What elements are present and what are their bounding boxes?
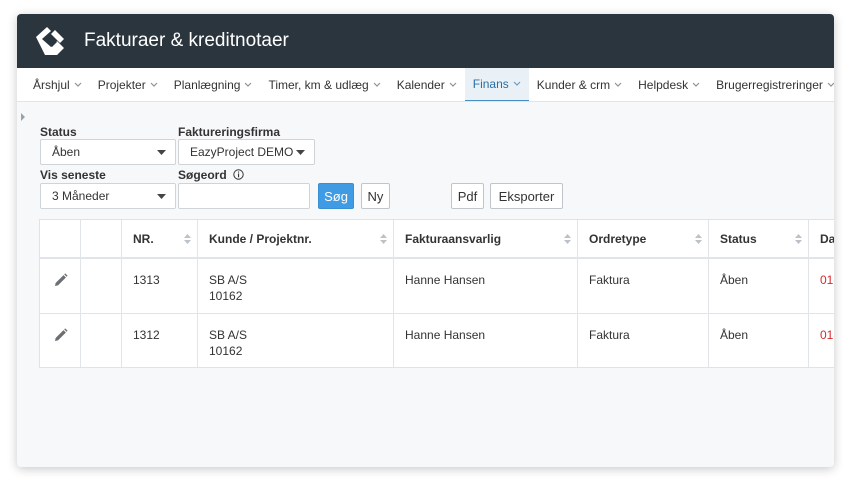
column-header-label: Ordretype [589,231,647,246]
column-header-customer[interactable]: Kunde / Projektnr. [198,220,394,259]
status-label: Status [40,125,77,139]
firm-select[interactable]: EazyProject DEMO [178,139,315,165]
row-status: Åben [709,259,809,314]
sort-icon[interactable] [695,233,702,245]
column-header-status[interactable]: Status [709,220,809,259]
row-project-number: 10162 [209,289,243,303]
firm-select-value: EazyProject DEMO [190,145,294,159]
row-status: Åben [709,314,809,367]
new-button[interactable]: Ny [361,183,390,209]
main-nav: Årshjul Projekter Planlægning Timer, km … [17,68,834,102]
chevron-down-icon [692,82,700,87]
period-label: Vis seneste [40,168,106,182]
row-blank-cell [81,259,122,314]
nav-label: Timer, km & udlæg [268,78,369,92]
row-project-number: 10162 [209,344,243,358]
sort-icon[interactable] [795,233,802,245]
column-header-label: Kunde / Projektnr. [209,231,312,246]
column-header-ordertype[interactable]: Ordretype [578,220,709,259]
column-header-blank [81,220,122,259]
app-window: Fakturaer & kreditnotaer Årshjul Projekt… [17,14,834,467]
row-customer: SB A/S 10162 [198,314,394,367]
row-nr: 1313 [122,259,198,314]
chevron-down-icon [74,82,82,87]
column-header-edit [40,220,81,259]
nav-item-helpdesk[interactable]: Helpdesk [630,68,708,101]
nav-item-planlaegning[interactable]: Planlægning [166,68,261,101]
column-header-label: Status [720,231,757,246]
chevron-down-icon [614,82,622,87]
nav-label: Årshjul [33,78,70,92]
nav-label: Projekter [97,78,146,92]
period-select[interactable]: 3 Måneder [40,183,176,209]
pdf-button[interactable]: Pdf [451,183,484,209]
row-customer: SB A/S 10162 [198,259,394,314]
column-header-responsible[interactable]: Fakturaansvarlig [394,220,578,259]
row-edit-cell [40,259,81,314]
nav-item-brugerregistreringer[interactable]: Brugerregistreringer [708,68,834,101]
nav-item-projekter[interactable]: Projekter [90,68,166,101]
search-button[interactable]: Søg [318,183,354,209]
nav-item-kunder[interactable]: Kunder & crm [529,68,630,101]
logo-icon[interactable] [33,25,67,57]
column-header-date[interactable]: Da [809,220,834,259]
search-input[interactable] [178,183,310,209]
row-blank-cell [81,314,122,367]
search-label-text: Søgeord [178,168,227,182]
chevron-down-icon [245,82,252,87]
sort-icon[interactable] [564,233,571,245]
sort-icon[interactable] [184,233,191,245]
chevron-down-icon [449,82,457,87]
nav-label: Brugerregistreringer [716,78,823,92]
row-ordertype: Faktura [578,259,709,314]
chevron-down-icon [150,82,158,87]
pencil-icon[interactable] [53,328,68,343]
nav-label: Finans [472,77,509,91]
caret-down-icon [157,150,166,155]
row-customer-name: SB A/S [209,273,248,287]
pencil-icon[interactable] [53,273,68,288]
row-date: 01- [820,328,834,342]
chevron-down-icon [373,82,381,87]
chevron-down-icon [827,82,834,87]
nav-item-arshjul[interactable]: Årshjul [17,68,90,101]
row-customer-name: SB A/S [209,328,248,342]
row-nr: 1312 [122,314,198,367]
caret-down-icon [157,194,166,199]
column-header-nr[interactable]: NR. [122,220,198,259]
collapse-arrow-icon[interactable] [20,113,26,121]
column-header-label: Da [820,231,834,246]
nav-item-finans[interactable]: Finans [464,68,529,101]
column-header-label: Fakturaansvarlig [405,231,502,246]
info-icon[interactable] [233,169,244,180]
row-date: 01- [820,273,834,287]
nav-label: Kalender [396,78,445,92]
row-responsible: Hanne Hansen [394,259,578,314]
nav-item-kalender[interactable]: Kalender [389,68,465,101]
status-select[interactable]: Åben [40,139,176,165]
search-label: Søgeord [178,168,244,182]
period-select-value: 3 Måneder [52,189,110,203]
nav-label: Planlægning [173,78,241,92]
row-edit-cell [40,314,81,367]
row-ordertype: Faktura [578,314,709,367]
page-title: Fakturaer & kreditnotaer [84,30,289,51]
column-header-label: NR. [133,231,154,246]
status-select-value: Åben [52,145,81,159]
nav-label: Kunder & crm [536,78,611,92]
export-button[interactable]: Eksporter [490,183,563,209]
nav-item-timer[interactable]: Timer, km & udlæg [260,68,388,101]
row-responsible: Hanne Hansen [394,314,578,367]
chevron-down-icon [513,81,521,86]
firm-label: Faktureringsfirma [178,125,281,139]
caret-down-icon [296,150,305,155]
invoice-table: NR. Kunde / Projektnr. Fakturaansvarlig … [39,219,834,368]
sort-icon[interactable] [380,233,387,245]
title-bar: Fakturaer & kreditnotaer [17,14,834,68]
nav-label: Helpdesk [638,78,689,92]
